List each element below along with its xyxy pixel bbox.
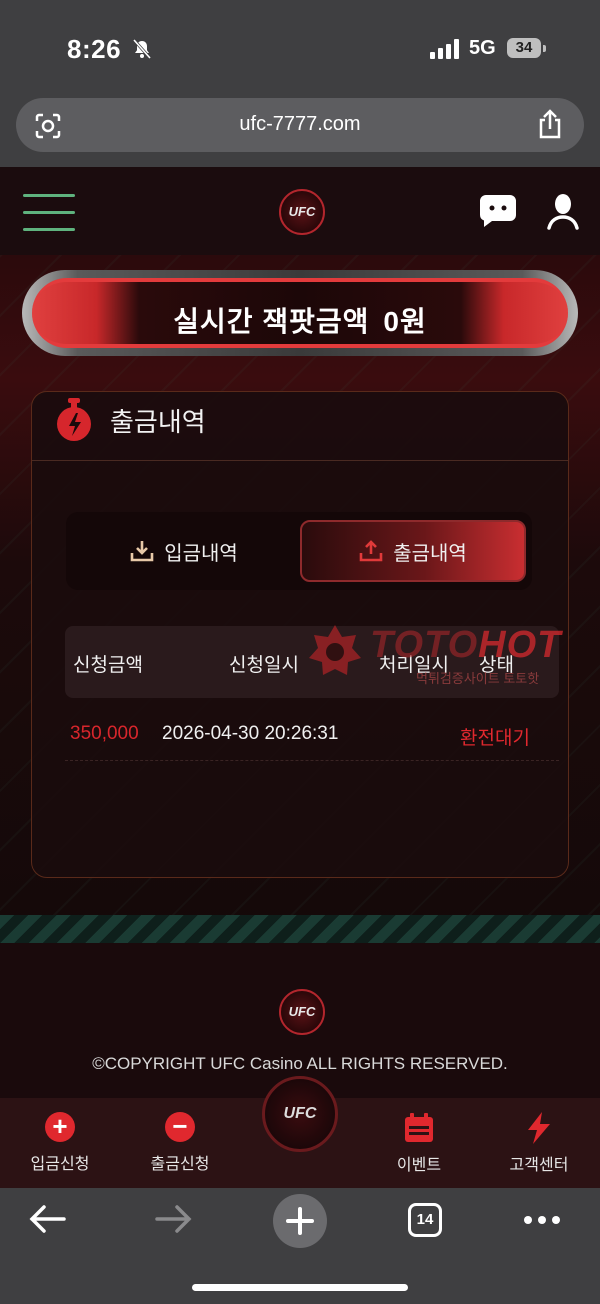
footer-logo-text: UFC xyxy=(288,1004,316,1019)
jackpot-banner: 실시간 잭팟금액 0원 xyxy=(22,270,578,356)
cell-status: 환전대기 xyxy=(460,728,530,749)
watermark: TOTOHOT 먹튀검증사이트 토토핫 xyxy=(306,620,596,690)
panel-title: 출금내역 xyxy=(110,407,206,437)
jackpot-label: 실시간 잭팟금액 xyxy=(173,306,370,337)
tab-withdraw-label: 출금내역 xyxy=(393,542,467,565)
tab-deposit-label: 입금내역 xyxy=(164,542,238,565)
column-header-requested-at: 신청일시 xyxy=(229,655,299,676)
nav-item-withdraw[interactable]: − 출금신청 xyxy=(125,1112,235,1174)
nav-item-label: 고객센터 xyxy=(509,1157,569,1174)
nav-item-label: 이벤트 xyxy=(396,1157,442,1174)
browser-toolbar: 14 xyxy=(0,1188,600,1304)
copyright-text: ©COPYRIGHT UFC Casino ALL RIGHTS RESERVE… xyxy=(92,1054,508,1073)
jackpot-text: 실시간 잭팟금액 0원 xyxy=(32,300,568,340)
download-icon xyxy=(130,541,154,562)
plus-icon xyxy=(286,1207,314,1235)
site-bottom-nav: + 입금신청 − 출금신청 UFC 이벤트 고객센터 xyxy=(0,1076,600,1188)
calendar-icon xyxy=(405,1113,433,1142)
battery-tip xyxy=(543,45,546,52)
status-time: 8:26 xyxy=(67,34,122,64)
address-bar[interactable]: ufc-7777.com xyxy=(16,98,584,152)
network-label: 5G xyxy=(469,37,496,59)
home-indicator xyxy=(192,1284,408,1291)
battery-icon: 34 xyxy=(507,38,541,58)
cell-requested-at: 2026-04-30 20:26:31 xyxy=(162,723,339,744)
panel-divider xyxy=(32,460,568,461)
share-icon[interactable] xyxy=(536,109,564,139)
site-logo[interactable]: UFC xyxy=(279,189,325,235)
watermark-subtext: 먹튀검증사이트 토토핫 xyxy=(416,671,540,686)
tabs-button[interactable]: 14 xyxy=(408,1203,442,1237)
table-row[interactable]: 350,000 2026-04-30 20:26:31 환전대기 xyxy=(65,708,559,761)
tab-deposit-history[interactable]: 입금내역 xyxy=(72,520,296,582)
nav-item-label: 출금신청 xyxy=(150,1156,210,1173)
more-icon[interactable] xyxy=(523,1215,561,1225)
jackpot-inner: 실시간 잭팟금액 0원 xyxy=(32,278,568,348)
upload-icon xyxy=(359,540,383,562)
watermark-text: TOTOHOT xyxy=(370,624,561,667)
watermark-logo xyxy=(309,625,361,675)
chat-icon[interactable] xyxy=(480,195,516,227)
signal-icon xyxy=(430,39,459,59)
new-tab-button[interactable] xyxy=(273,1194,327,1248)
url-text[interactable]: ufc-7777.com xyxy=(16,113,584,136)
forward-arrow-icon[interactable] xyxy=(155,1204,193,1234)
site-header: UFC xyxy=(0,167,600,255)
bell-off-icon xyxy=(132,39,152,59)
jackpot-amount: 0원 xyxy=(383,306,427,337)
hamburger-menu-icon[interactable] xyxy=(23,194,75,231)
nav-item-deposit[interactable]: + 입금신청 xyxy=(5,1112,115,1174)
plus-circle-icon: + xyxy=(45,1112,75,1142)
nav-center-logo-text: UFC xyxy=(283,1105,317,1122)
decorative-strip xyxy=(0,915,600,943)
cell-amount: 350,000 xyxy=(70,723,139,744)
status-bar: 8:26 5G 34 xyxy=(0,0,600,90)
tab-withdraw-history[interactable]: 출금내역 xyxy=(300,520,526,582)
withdraw-history-panel: 출금내역 입금내역 출금내역 신청금액 신청일시 처리일시 상태 TOTOHOT… xyxy=(31,391,569,878)
stopwatch-icon xyxy=(57,398,91,441)
logo-text: UFC xyxy=(288,204,316,219)
browser-address-area: ufc-7777.com xyxy=(0,90,600,167)
nav-center-logo[interactable]: UFC xyxy=(262,1076,338,1152)
nav-item-label: 입금신청 xyxy=(30,1156,90,1173)
column-header-amount: 신청금액 xyxy=(73,655,143,676)
history-tabbar: 입금내역 출금내역 xyxy=(66,512,532,590)
site-footer: UFC ©COPYRIGHT UFC Casino ALL RIGHTS RES… xyxy=(0,943,600,1098)
watermark-text-b: HOT xyxy=(478,624,562,666)
watermark-text-a: TOTO xyxy=(370,624,479,666)
footer-logo: UFC xyxy=(279,989,325,1035)
back-arrow-icon[interactable] xyxy=(28,1204,66,1234)
nav-item-support[interactable]: 고객센터 xyxy=(484,1112,594,1175)
lightning-icon xyxy=(528,1112,550,1144)
minus-circle-icon: − xyxy=(165,1112,195,1142)
nav-item-events[interactable]: 이벤트 xyxy=(364,1112,474,1175)
user-icon[interactable] xyxy=(547,194,579,230)
